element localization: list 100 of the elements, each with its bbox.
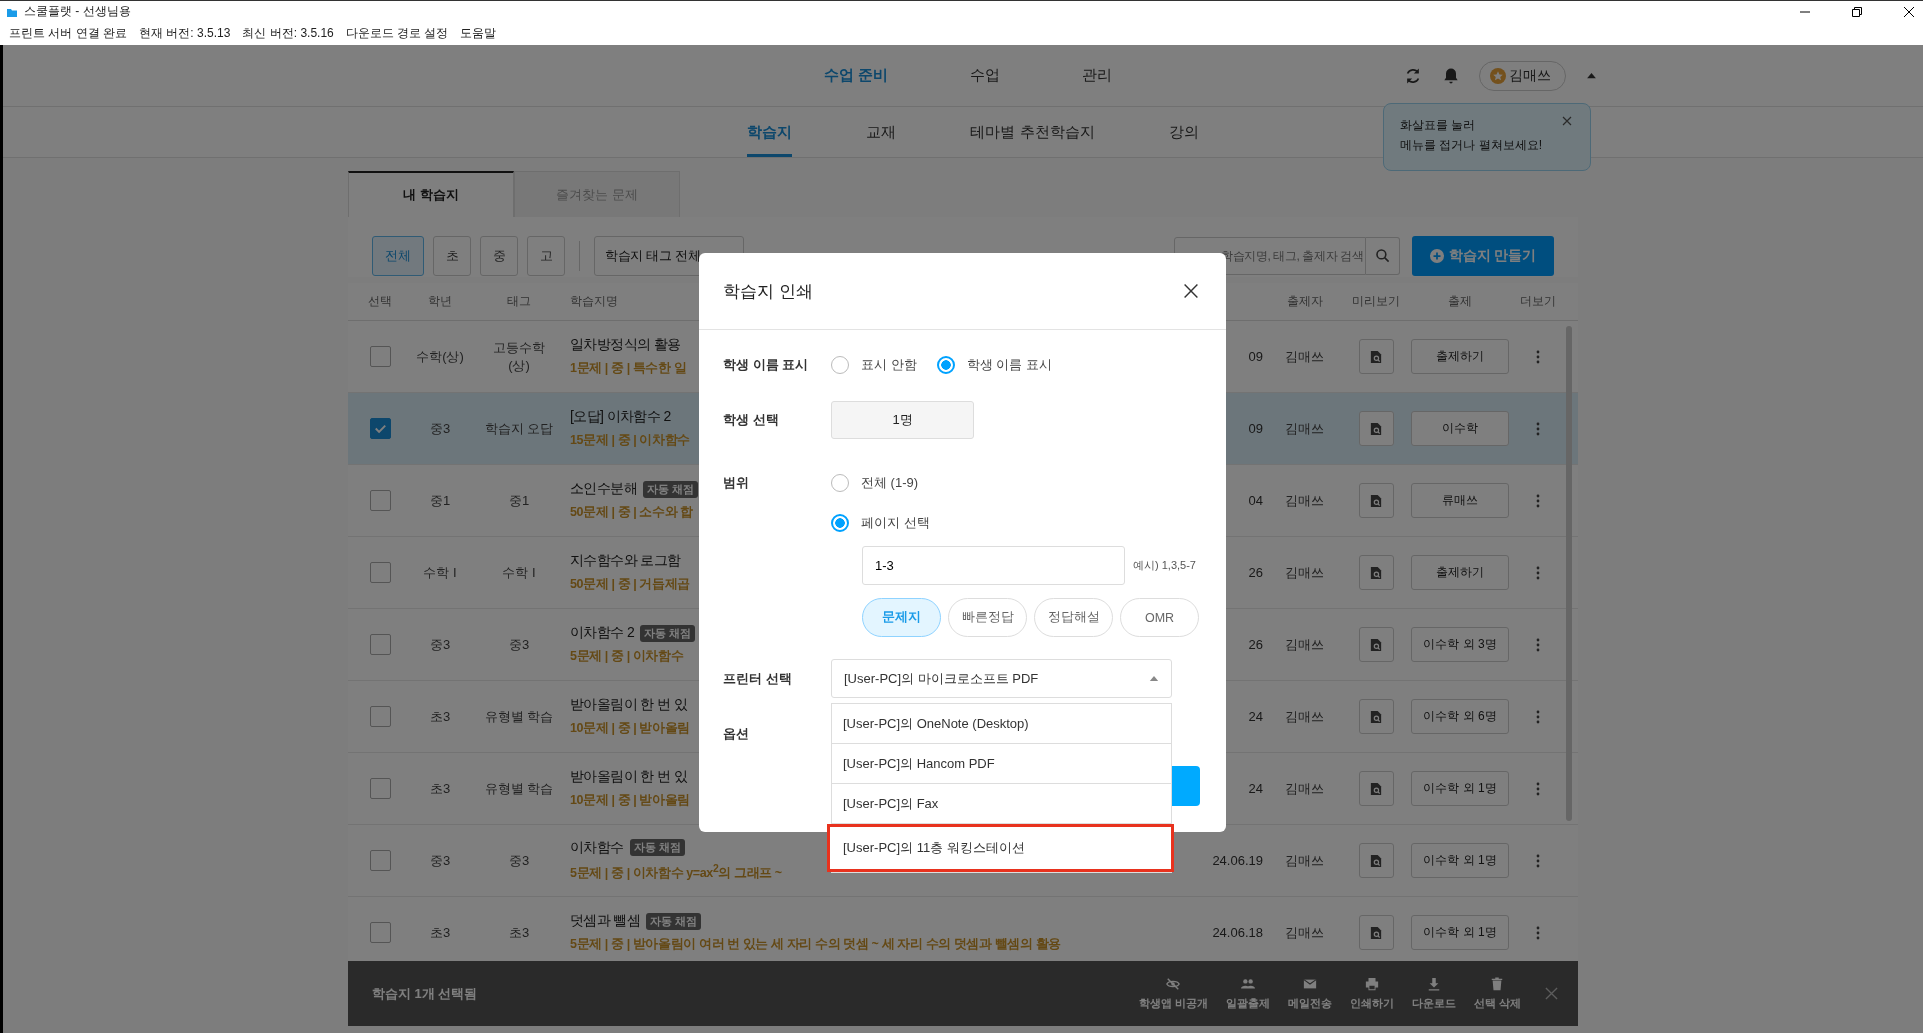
more-icon[interactable] xyxy=(1536,853,1540,868)
radio-button[interactable] xyxy=(831,514,849,532)
search-button[interactable] xyxy=(1366,237,1400,275)
document-type-chip[interactable]: 문제지 xyxy=(862,598,941,637)
sub-tab[interactable]: 테마별 추천학습지 xyxy=(970,107,1095,157)
worksheet-title[interactable]: 소인수분해 xyxy=(570,480,637,498)
worksheet-title[interactable]: 받아올림이 한 번 있 xyxy=(570,768,688,786)
sub-tab[interactable]: 학습지 xyxy=(747,107,793,157)
preview-button[interactable] xyxy=(1358,843,1394,878)
column-header: 태그 xyxy=(506,293,532,310)
assign-button[interactable]: 출제하기 xyxy=(1411,555,1509,590)
row-checkbox[interactable] xyxy=(369,706,391,727)
assign-button[interactable]: 이수학 외 6명 xyxy=(1411,699,1509,734)
sub-tab[interactable]: 강의 xyxy=(1168,107,1199,157)
scrollbar[interactable] xyxy=(1566,326,1572,821)
author-cell-text: 김매쓰 xyxy=(1284,707,1325,726)
author-cell-text: 김매쓰 xyxy=(1284,491,1325,510)
download-icon xyxy=(1426,976,1441,991)
row-checkbox[interactable] xyxy=(369,562,391,583)
worksheet-title[interactable]: 이차함수 xyxy=(570,838,624,857)
more-icon[interactable] xyxy=(1536,565,1540,580)
row-checkbox[interactable] xyxy=(369,850,391,871)
content-tab[interactable]: 내 학습지 xyxy=(348,171,514,217)
worksheet-detail: 1문제 | 중 | 특수한 일 xyxy=(570,360,687,377)
page-range-field[interactable]: 1-3 xyxy=(862,546,1125,585)
radio-option[interactable]: 표시 안함 xyxy=(831,352,917,378)
row-checkbox[interactable] xyxy=(369,922,391,943)
row-checkbox[interactable] xyxy=(369,346,391,367)
more-icon[interactable] xyxy=(1536,709,1540,724)
row-checkbox[interactable] xyxy=(369,490,391,511)
nav-tab[interactable]: 수업 준비 xyxy=(797,66,915,85)
worksheet-title[interactable]: 덧셈과 뺄셈 xyxy=(570,912,641,930)
preview-button[interactable] xyxy=(1358,915,1394,950)
preview-button[interactable] xyxy=(1358,339,1394,374)
action-button[interactable]: 학생앱 비공개 xyxy=(1138,976,1208,1011)
nav-tab[interactable]: 수업 xyxy=(944,66,1027,85)
grade-filter[interactable]: 고 xyxy=(527,236,565,276)
radio-option[interactable]: 전체 (1-9) xyxy=(831,470,1199,496)
assign-button[interactable]: 류매쓰 xyxy=(1411,483,1509,518)
row-checkbox[interactable] xyxy=(369,634,391,655)
tag-cell-text: 중3 xyxy=(507,851,531,870)
worksheet-title[interactable]: 받아올림이 한 번 있 xyxy=(570,696,688,714)
action-button[interactable]: 선택 삭제 xyxy=(1473,976,1521,1011)
restore-icon[interactable] xyxy=(1851,5,1863,18)
more-icon[interactable] xyxy=(1536,925,1540,940)
menu-item[interactable]: 프린트 서버 연결 완료 xyxy=(9,25,127,42)
radio-option[interactable]: 학생 이름 표시 xyxy=(936,352,1052,378)
nav-tab[interactable]: 관리 xyxy=(1056,66,1139,85)
grade-filter[interactable]: 중 xyxy=(480,236,518,276)
worksheet-title[interactable]: 지수함수와 로그함 xyxy=(570,552,681,570)
preview-button[interactable] xyxy=(1358,411,1394,446)
document-search-icon xyxy=(1370,421,1382,436)
assign-button[interactable]: 이수학 외 1명 xyxy=(1411,843,1509,878)
close-icon[interactable] xyxy=(1183,283,1199,299)
preview-button[interactable] xyxy=(1358,555,1394,590)
printer-option[interactable]: [User-PC]의 11층 워킹스테이션 xyxy=(827,824,1174,872)
printer-dropdown[interactable]: [User-PC]의 마이크로소프트 PDF xyxy=(831,659,1172,698)
more-icon[interactable] xyxy=(1536,637,1540,652)
preview-button[interactable] xyxy=(1358,699,1394,734)
grade-filter[interactable]: 초 xyxy=(433,236,471,276)
more-icon[interactable] xyxy=(1536,781,1540,796)
assign-button[interactable]: 이수학 외 1명 xyxy=(1411,915,1509,950)
sub-tab[interactable]: 교재 xyxy=(866,107,897,157)
worksheet-detail: 5문제 | 중 | 이차함수 xyxy=(570,648,684,665)
preview-button[interactable] xyxy=(1358,483,1394,518)
worksheet-title[interactable]: 이차함수 2 xyxy=(570,624,635,642)
author-cell-text: 김매쓰 xyxy=(1284,419,1325,438)
action-button[interactable]: 메일전송 xyxy=(1287,976,1332,1011)
worksheet-detail: 10문제 | 중 | 받아올림 xyxy=(570,720,690,737)
action-button[interactable]: 일괄출제 xyxy=(1225,976,1270,1011)
more-icon[interactable] xyxy=(1536,493,1540,508)
date-cell-text: 24 xyxy=(1247,709,1263,724)
student-select-button[interactable]: 1명 xyxy=(831,401,974,439)
assign-button[interactable]: 출제하기 xyxy=(1411,339,1509,374)
preview-button[interactable] xyxy=(1358,627,1394,662)
more-icon[interactable] xyxy=(1536,349,1540,364)
assign-button[interactable]: 이수학 외 3명 xyxy=(1411,627,1509,662)
caret-up-icon[interactable] xyxy=(1586,72,1597,79)
menu-item[interactable]: 현재 버전: 3.5.13 xyxy=(139,25,231,42)
worksheet-detail: 5문제 | 중 | 이차함수 y=ax$^{2}$의 그래프 ~ xyxy=(570,862,782,883)
field-label: 범위 xyxy=(723,474,750,492)
worksheet-title[interactable]: 일차방정식의 활용 xyxy=(570,336,681,354)
worksheet-title[interactable]: [오답] 이차함수 2 xyxy=(570,408,671,426)
assign-button[interactable]: 이수학 xyxy=(1411,411,1509,446)
date-cell-text: 09 xyxy=(1247,421,1263,436)
row-checkbox[interactable] xyxy=(369,418,391,439)
menu-item[interactable]: 다운로드 경로 설정 xyxy=(345,25,449,42)
radio-option[interactable]: 페이지 선택 xyxy=(831,510,1199,536)
action-button[interactable]: 인쇄하기 xyxy=(1349,976,1394,1011)
grade-cell-text: 수학 I xyxy=(422,563,458,582)
more-icon[interactable] xyxy=(1536,421,1540,436)
row-checkbox[interactable] xyxy=(369,778,391,799)
radio-button[interactable] xyxy=(936,356,955,374)
action-button[interactable]: 다운로드 xyxy=(1411,976,1456,1011)
preview-button[interactable] xyxy=(1358,771,1394,806)
assign-button[interactable]: 이수학 외 1명 xyxy=(1411,771,1509,806)
menu-item[interactable]: 최신 버전: 3.5.16 xyxy=(242,25,334,42)
menu-item[interactable]: 도움말 xyxy=(460,25,497,42)
close-icon[interactable] xyxy=(1903,5,1915,18)
grade-cell-text: 초3 xyxy=(428,923,452,942)
